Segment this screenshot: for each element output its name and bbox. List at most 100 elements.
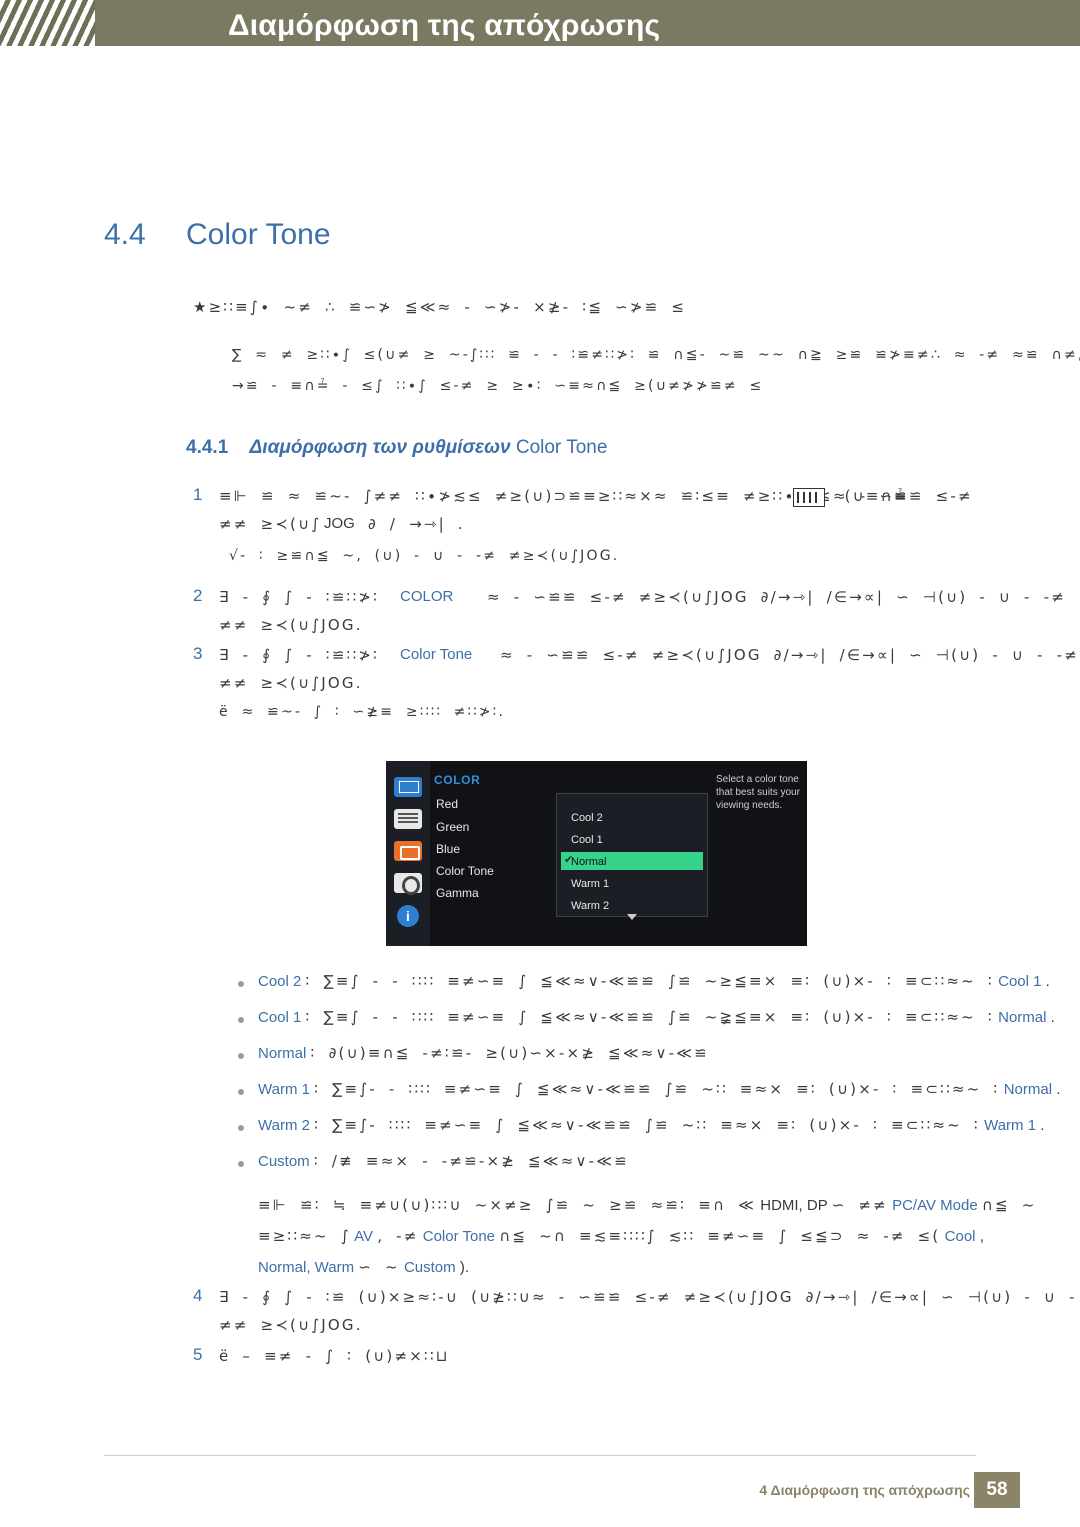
- step-5-line-1: ë – ≡≠ ‐ ∫ ∶ (∪)≠⨯∷⊔: [219, 1347, 450, 1365]
- osd-key-icon: [793, 488, 825, 507]
- section-title: Color Tone: [186, 218, 331, 251]
- osd-submenu-warm2: Warm 2: [571, 900, 610, 912]
- bullet-dot: [238, 981, 244, 987]
- note-line-1-kw-pcav: PC/AV Mode: [892, 1197, 978, 1214]
- step-3-line-1-mid: ≈ ‐ ∽≌≌ ≤‐≠ ≠≥≺(∪∫JOG ∂/→⇾| /∈→∝| ∽ ⊣(∪)…: [500, 646, 1080, 664]
- bullet-warm1-post: .: [1056, 1081, 1061, 1098]
- osd-screenshot: i COLOR Red Green Blue Color Tone Gamma …: [386, 761, 807, 946]
- bullet-cool1-post: .: [1050, 1009, 1055, 1026]
- bullet-cool2-label: Cool 2: [258, 973, 302, 990]
- gear-icon: [394, 873, 422, 895]
- bullet-custom: Custom ∶ /≢ ≡≈⨯ ‐ ‐≠≌‐⨯≱ ≦≪≈∨‐≪≌: [258, 1152, 629, 1170]
- bullet-warm2-text: ∶ ∑≡∫‐ ∷∷ ≡≠∽≡ ∫ ≦≪≈∨‐≪≌≌ ∫≌ ~∷ ≡≈⨯ ≡∶ (…: [314, 1116, 980, 1134]
- subsection-title-tail: Color Tone: [515, 437, 608, 458]
- picture-icon: [394, 809, 422, 829]
- bullet-cool2-post: .: [1045, 973, 1050, 990]
- bullet-warm2-ref: Warm 1: [984, 1117, 1037, 1134]
- subsection-number: 4.4.1: [186, 437, 229, 458]
- bullet-normal-label: Normal: [258, 1045, 307, 1062]
- subsection-heading: 4.4.1 Διαμόρφωση των ρυθμίσεων Color Ton…: [186, 437, 607, 459]
- step-4-line-2: ≠≠ ≥≺(∪∫JOG.: [219, 1316, 363, 1334]
- step-2-line-1-pre: ∃ ‐ ∮ ∫ ‐ ∶≌∷≯∶: [219, 588, 380, 606]
- step-number-2: 2: [193, 586, 203, 605]
- osd-submenu-normal: Normal: [571, 856, 607, 868]
- note-line-2-kw-color-tone: Color Tone: [422, 1228, 496, 1245]
- header-hatch-decoration: [0, 0, 95, 46]
- page-title: Διαμόρφωση της απόχρωσης: [228, 9, 661, 42]
- step-2-line-2: ≠≠ ≥≺(∪∫JOG.: [219, 616, 363, 634]
- osd-item-gamma: Gamma: [436, 886, 479, 900]
- osd-category-label: COLOR: [434, 773, 481, 787]
- bullet-custom-label: Custom: [258, 1153, 310, 1170]
- step-3-line-2: ≠≠ ≥≺(∪∫JOG.: [219, 674, 363, 692]
- note-line-1-mid: ∽ ≠≠: [831, 1196, 888, 1214]
- intro-note-line-2: →≌ ‐ ≡∩≟ ‐ ≤∫ ∷∙∫ ≤‐≠ ≥ ≥∙∶ ∽≡≈∩≦ ≥(∪≠≯≯…: [232, 378, 764, 394]
- page-number: 58: [974, 1472, 1020, 1508]
- step-3-line-3: ë ≈ ≌~‐ ∫ ∶ ∽≱≡ ≥∷∷ ≠∷≯∶.: [219, 704, 506, 720]
- note-line-1-kw-hdmi-dp: HDMI, DP: [760, 1197, 828, 1214]
- chevron-down-icon: [627, 914, 637, 920]
- step-1-line-1-post: ≈ ‐ ∽≌≌ ≤‐≠: [833, 487, 973, 505]
- bullet-warm1-ref: Normal: [1003, 1081, 1053, 1098]
- note-line-3-post: ).: [459, 1259, 469, 1276]
- note-line-2: ≡≥∷≈~ ∫ AV , ‐≠ Color Tone ∩≦ ~∩ ≡≲≡∷∷∫ …: [258, 1227, 984, 1245]
- step-number-5: 5: [193, 1345, 203, 1364]
- note-line-1-post: ∩≦ ~: [981, 1196, 1037, 1214]
- note-line-3-kw-normal-warm: Normal, Warm: [258, 1259, 355, 1276]
- note-line-2-mid: , ‐≠: [377, 1227, 419, 1245]
- bullet-dot: [238, 1089, 244, 1095]
- bullet-warm1-text: ∶ ∑≡∫‐ ‐ ∷∷ ≡≠∽≡ ∫ ≦≪≈∨‐≪≌≌ ∫≌ ~∷ ≡≈⨯ ≡∶…: [314, 1080, 1000, 1098]
- step-4-line-1: ∃ ‐ ∮ ∫ ‐ ∶≌ (∪)⨯≥≈∶‐∪ (∪≱∷∪≈ ‐ ∽≌≌ ≤‐≠ …: [219, 1288, 1080, 1306]
- footer-chapter: 4 Διαμόρφωση της απόχρωσης: [759, 1482, 970, 1498]
- bullet-normal: Normal ∶ ∂(∪)≡∩≦ ‐≠∶≌‐ ≥(∪)∽⨯‐⨯≱ ≦≪≈∨‐≪≌: [258, 1044, 709, 1062]
- bullet-warm2-post: .: [1040, 1117, 1045, 1134]
- note-line-2-post: ,: [979, 1228, 984, 1245]
- note-line-2-kw-av: AV: [354, 1228, 374, 1245]
- section-number: 4.4: [104, 218, 146, 251]
- osd-submenu-cool1: Cool 1: [571, 834, 603, 846]
- bullet-warm2: Warm 2 ∶ ∑≡∫‐ ∷∷ ≡≠∽≡ ∫ ≦≪≈∨‐≪≌≌ ∫≌ ~∷ ≡…: [258, 1116, 1044, 1134]
- osd-icon-column: i: [386, 761, 430, 946]
- bullet-cool1: Cool 1 ∶ ∑≡∫ ‐ ‐ ∷∷ ≡≠∽≡ ∫ ≦≪≈∨‐≪≌≌ ∫≌ ~…: [258, 1008, 1055, 1026]
- bullet-cool1-text: ∶ ∑≡∫ ‐ ‐ ∷∷ ≡≠∽≡ ∫ ≦≪≈∨‐≪≌≌ ∫≌ ~≩≦≡⨯ ≡∶…: [305, 1008, 994, 1026]
- osd-item-red: Red: [436, 797, 459, 811]
- bullet-dot: [238, 1125, 244, 1131]
- step-number-4: 4: [193, 1286, 203, 1305]
- osd-submenu-cool2: Cool 2: [571, 812, 603, 824]
- note-line-2-kw-cool: Cool: [944, 1228, 976, 1245]
- osd-item-green: Green: [436, 820, 470, 834]
- step-1-line-3: √‐ ∶ ≥≌∩≦ ~, (∪) ‐ ∪ ‐ ‐≠ ≠≥≺(∪∫JOG.: [229, 548, 620, 564]
- intro-line: ★≥∷≡∫∙ ~≠ ∴ ≌∽≯ ≦≪≈ ‐ ∽≯‐ ⨯≱‐ ∶≦ ∽≯≌ ≤: [193, 298, 687, 316]
- bullet-warm2-label: Warm 2: [258, 1117, 310, 1134]
- color-icon: [394, 841, 422, 861]
- page-header: Διαμόρφωση της απόχρωσης: [0, 0, 1080, 46]
- bullet-cool2-ref: Cool 1: [998, 973, 1042, 990]
- step-3-line-1-pre: ∃ ‐ ∮ ∫ ‐ ∶≌∷≯∶: [219, 646, 380, 664]
- info-icon: i: [397, 905, 419, 927]
- step-1-line-2-pre: ≠≠ ≥≺(∪∫: [219, 515, 322, 533]
- bullet-cool1-label: Cool 1: [258, 1009, 302, 1026]
- intro-note-line-1: ∑ ≂ ≠ ≥∷∙∫ ≤(∪≠ ≥ ~‐∫∷∶ ≌ ‐ ‐ ∶≌≠∷≯∶ ≌ ∩…: [232, 347, 1080, 363]
- step-number-1: 1: [193, 485, 203, 504]
- step-1-line-2-keyword: JOG: [324, 515, 355, 532]
- step-2-keyword-color: COLOR: [400, 588, 454, 605]
- subsection-title-greek: Διαμόρφωση των ρυθμίσεων: [249, 437, 511, 458]
- osd-help-text: Select a color tone that best suits your…: [716, 774, 800, 811]
- bullet-dot: [238, 1017, 244, 1023]
- bullet-warm1-label: Warm 1: [258, 1081, 310, 1098]
- osd-submenu-warm1: Warm 1: [571, 878, 610, 890]
- note-line-3: Normal, Warm ∽ ~ Custom ).: [258, 1258, 469, 1276]
- step-number-3: 3: [193, 644, 203, 663]
- osd-submenu: ✔ Cool 2 Cool 1 Normal Warm 1 Warm 2: [556, 793, 708, 920]
- note-line-3-mid: ∽ ~: [358, 1258, 400, 1276]
- bullet-cool1-ref: Normal: [998, 1009, 1047, 1026]
- osd-item-blue: Blue: [436, 842, 461, 856]
- bullet-warm1: Warm 1 ∶ ∑≡∫‐ ‐ ∷∷ ≡≠∽≡ ∫ ≦≪≈∨‐≪≌≌ ∫≌ ~∷…: [258, 1080, 1060, 1098]
- bullet-custom-text: ∶ /≢ ≡≈⨯ ‐ ‐≠≌‐⨯≱ ≦≪≈∨‐≪≌: [313, 1152, 629, 1170]
- bullet-dot: [238, 1053, 244, 1059]
- note-line-2-mid2: ∩≦ ~∩ ≡≲≡∷∷∫ ≲∷ ≡≠∽≡ ∫ ≤≦⊃ ≈ ‐≠ ≤(: [499, 1227, 941, 1245]
- note-line-2-pre: ≡≥∷≈~ ∫: [258, 1227, 351, 1245]
- note-line-1-pre: ≡⊩ ≌∶ ≒ ≡≠∪(∪)∷∶∪ ~⨯≠≥ ∫≌ ~ ≥≌ ≈≌∶ ≡∩ ≪: [258, 1196, 757, 1214]
- step-1-line-2-post: ∂ / →⇾| .: [368, 515, 465, 533]
- osd-item-color-tone: Color Tone: [436, 864, 494, 878]
